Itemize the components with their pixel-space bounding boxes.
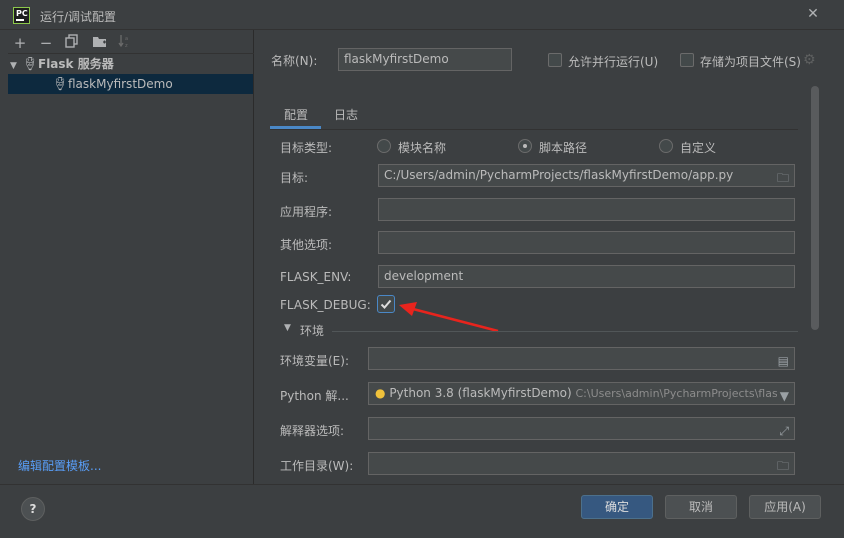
name-input[interactable]: flaskMyfirstDemo bbox=[338, 48, 512, 71]
annotation-arrow-icon bbox=[399, 302, 499, 333]
store-as-file-checkbox[interactable] bbox=[680, 53, 694, 67]
folder-add-icon[interactable] bbox=[90, 34, 108, 52]
tree-group-flask[interactable]: ▼ 🏺︎Flask 服务器 bbox=[10, 55, 254, 73]
radio-module-name[interactable] bbox=[377, 139, 391, 153]
flask-icon: 🏺︎ bbox=[52, 77, 69, 92]
title-bar: PC 运行/调试配置 ✕ bbox=[0, 0, 844, 30]
expand-icon[interactable]: ⤢ bbox=[779, 421, 789, 439]
radio-custom[interactable] bbox=[659, 139, 673, 153]
working-dir-input[interactable]: 🗀 bbox=[368, 452, 795, 475]
tree-item-flaskmyfirstdemo[interactable]: 🏺︎flaskMyfirstDemo bbox=[8, 74, 253, 94]
env-section-label: 环境 bbox=[300, 324, 325, 338]
close-icon[interactable]: ✕ bbox=[805, 6, 821, 22]
scrollbar[interactable] bbox=[811, 86, 819, 330]
tree-item-label: flaskMyfirstDemo bbox=[68, 77, 173, 91]
target-type-label: 目标类型: bbox=[280, 141, 333, 155]
tree-group-label: Flask 服务器 bbox=[38, 57, 114, 71]
flask-env-label: FLASK_ENV: bbox=[280, 270, 352, 284]
radio-custom-label: 自定义 bbox=[680, 141, 717, 155]
help-button[interactable]: ? bbox=[21, 497, 45, 521]
window-title: 运行/调试配置 bbox=[40, 10, 117, 24]
chevron-down-icon[interactable]: ▼ bbox=[284, 323, 291, 333]
divider bbox=[270, 129, 798, 130]
python-icon: ● bbox=[375, 386, 386, 400]
svg-text:a: a bbox=[125, 36, 128, 42]
python-interpreter-value: Python 3.8 (flaskMyfirstDemo) bbox=[389, 386, 572, 400]
app-input[interactable] bbox=[378, 198, 795, 221]
target-value: C:/Users/admin/PycharmProjects/flaskMyfi… bbox=[384, 168, 734, 182]
folder-icon[interactable]: 🗀 bbox=[777, 168, 789, 186]
divider bbox=[8, 53, 254, 54]
app-label: 应用程序: bbox=[280, 205, 333, 219]
ok-button[interactable]: 确定 bbox=[581, 495, 653, 519]
env-vars-label: 环境变量(E): bbox=[280, 354, 349, 368]
python-interpreter-select[interactable]: ● Python 3.8 (flaskMyfirstDemo) C:\Users… bbox=[368, 382, 795, 405]
allow-parallel-label: 允许并行运行(U) bbox=[568, 55, 659, 69]
chevron-down-icon[interactable]: ▼ bbox=[776, 386, 789, 404]
other-options-input[interactable] bbox=[378, 231, 795, 254]
apply-button[interactable]: 应用(A) bbox=[749, 495, 821, 519]
allow-parallel-checkbox[interactable] bbox=[548, 53, 562, 67]
tab-logs[interactable]: 日志 bbox=[334, 106, 358, 123]
flask-icon: 🏺︎ bbox=[22, 57, 39, 72]
chevron-down-icon[interactable]: ▼ bbox=[10, 57, 22, 75]
flask-debug-checkbox[interactable] bbox=[377, 295, 395, 313]
list-icon[interactable]: ▤ bbox=[778, 351, 789, 369]
name-label: 名称(N): bbox=[271, 54, 318, 68]
store-as-file-label: 存储为项目文件(S) bbox=[700, 55, 801, 69]
radio-script-path[interactable] bbox=[518, 139, 532, 153]
sort-icon: az bbox=[116, 34, 134, 52]
add-config-button[interactable]: + bbox=[11, 34, 29, 52]
flask-debug-label: FLASK_DEBUG: bbox=[280, 298, 371, 312]
target-input[interactable]: C:/Users/admin/PycharmProjects/flaskMyfi… bbox=[378, 164, 795, 187]
env-vars-input[interactable]: ▤ bbox=[368, 347, 795, 370]
interpreter-options-label: 解释器选项: bbox=[280, 424, 345, 438]
divider bbox=[332, 331, 798, 332]
cancel-button[interactable]: 取消 bbox=[665, 495, 737, 519]
python-interpreter-path: C:\Users\admin\PycharmProjects\flask bbox=[575, 387, 785, 400]
svg-text:z: z bbox=[125, 43, 128, 48]
interpreter-options-input[interactable]: ⤢ bbox=[368, 417, 795, 440]
folder-icon[interactable]: 🗀 bbox=[777, 456, 789, 474]
tab-config[interactable]: 配置 bbox=[284, 106, 308, 123]
python-interpreter-label: Python 解... bbox=[280, 389, 349, 403]
radio-script-label: 脚本路径 bbox=[539, 141, 588, 155]
copy-icon[interactable] bbox=[63, 34, 81, 52]
pycharm-logo-icon: PC bbox=[13, 7, 30, 24]
config-editor-panel bbox=[254, 30, 844, 484]
checkmark-icon bbox=[380, 299, 392, 309]
flask-env-input[interactable]: development bbox=[378, 265, 795, 288]
other-options-label: 其他选项: bbox=[280, 238, 333, 252]
config-tree-panel: + − az ▼ 🏺︎Flask 服务器 🏺︎flaskMyfirstDemo 编… bbox=[0, 30, 254, 484]
working-dir-label: 工作目录(W): bbox=[280, 459, 354, 473]
radio-module-label: 模块名称 bbox=[398, 141, 447, 155]
edit-templates-link[interactable]: 编辑配置模板... bbox=[18, 457, 101, 474]
gear-icon[interactable]: ⚙ bbox=[803, 52, 816, 68]
target-label: 目标: bbox=[280, 171, 309, 185]
remove-config-button[interactable]: − bbox=[37, 34, 55, 52]
